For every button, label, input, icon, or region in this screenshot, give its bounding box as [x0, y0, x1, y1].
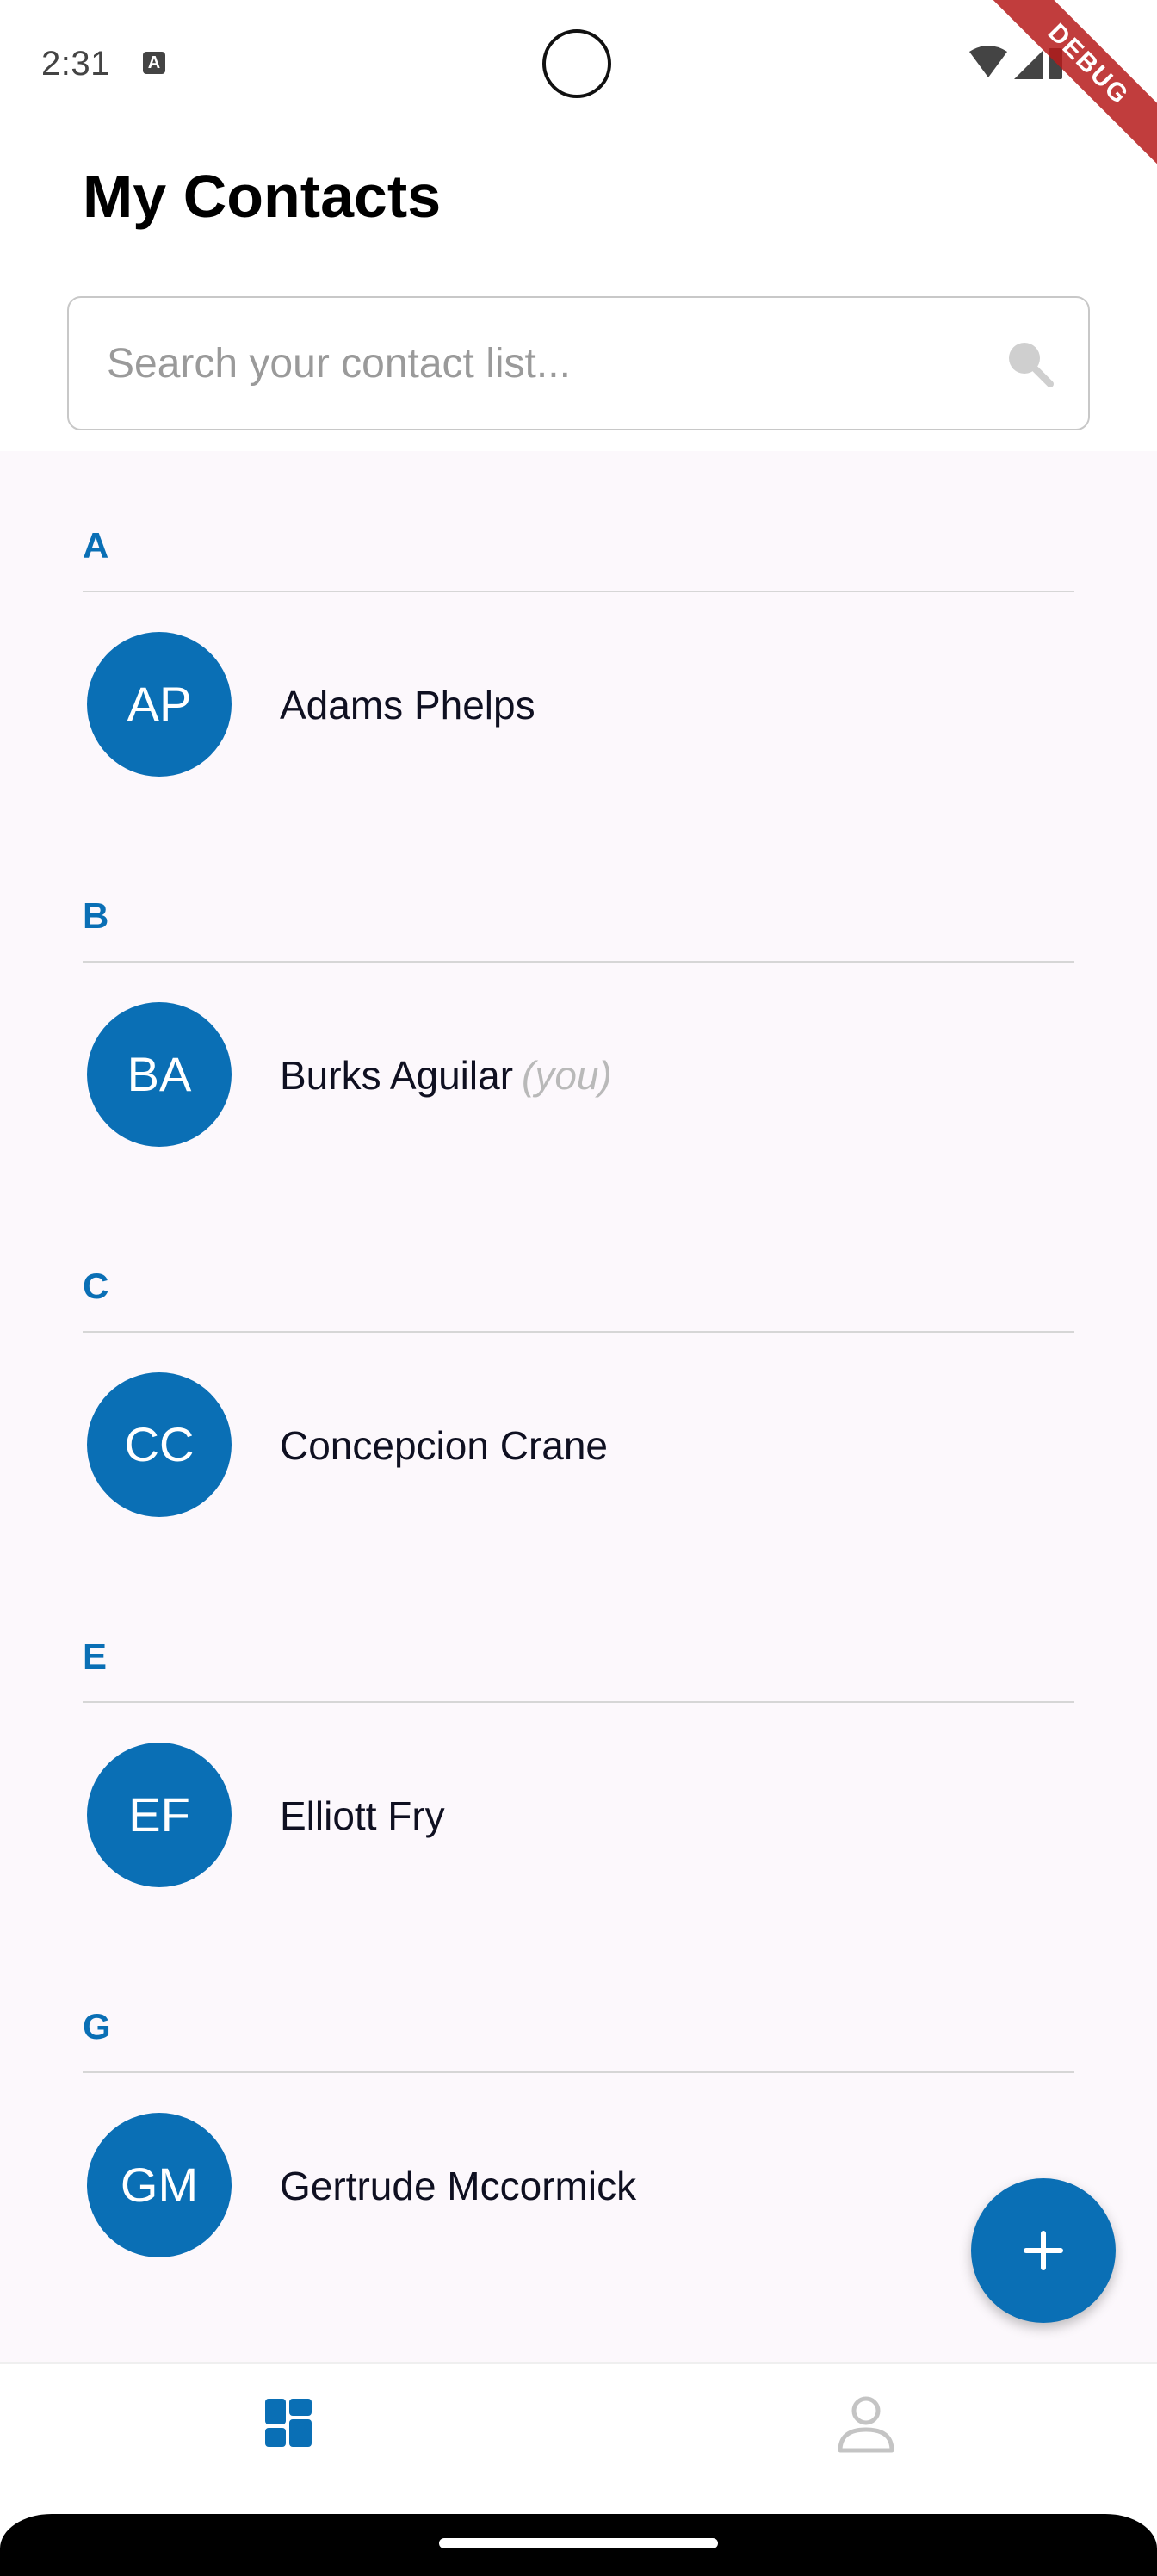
section-a: A AP Adams Phelps: [0, 451, 1157, 821]
contact-row[interactable]: EF Elliott Fry: [83, 1743, 1074, 1891]
contact-name-text: Concepcion Crane: [280, 1423, 609, 1468]
keyboard-indicator-icon: A: [143, 52, 165, 74]
camera-cutout: [542, 29, 611, 98]
contact-name-text: Elliott Fry: [280, 1793, 445, 1838]
section-c: C CC Concepcion Crane: [0, 1192, 1157, 1562]
signal-icon: [1014, 50, 1043, 79]
contact-name: Burks Aguilar (you): [280, 1052, 612, 1099]
section-letter: A: [83, 525, 109, 566]
contact-row[interactable]: GM Gertrude Mccormick: [83, 2113, 1074, 2261]
search-input[interactable]: [107, 298, 985, 429]
contact-row[interactable]: AP Adams Phelps: [83, 632, 1074, 780]
avatar: BA: [87, 1002, 232, 1147]
section-b: B BA Burks Aguilar (you): [0, 821, 1157, 1192]
section-divider: [83, 2071, 1074, 2073]
section-divider: [83, 591, 1074, 592]
search-box[interactable]: [67, 296, 1090, 430]
status-time: 2:31: [41, 45, 110, 83]
debug-banner: DEBUG: [969, 0, 1157, 183]
contact-name: Gertrude Mccormick: [280, 2163, 636, 2209]
section-letter: E: [83, 1636, 108, 1676]
section-divider: [83, 1701, 1074, 1703]
dashboard-icon: [265, 2399, 312, 2447]
wifi-icon: [969, 46, 1007, 77]
contact-list[interactable]: A AP Adams Phelps B BA Burks Aguilar (you…: [0, 451, 1157, 2362]
section-divider: [83, 1331, 1074, 1333]
nav-item-dashboard[interactable]: [255, 2390, 324, 2459]
plus-icon: [1024, 2231, 1063, 2270]
section-e: E EF Elliott Fry: [0, 1562, 1157, 1932]
home-handle[interactable]: [439, 2538, 718, 2548]
system-gesture-bar: [0, 2514, 1157, 2576]
contact-name-text: Gertrude Mccormick: [280, 2164, 637, 2208]
person-icon: [838, 2396, 894, 2453]
contact-row[interactable]: BA Burks Aguilar (you): [83, 1002, 1074, 1150]
contact-name: Concepcion Crane: [280, 1422, 608, 1469]
contact-name: Elliott Fry: [280, 1793, 445, 1839]
contact-row[interactable]: CC Concepcion Crane: [83, 1372, 1074, 1520]
bottom-nav: [0, 2362, 1157, 2514]
contact-name: Adams Phelps: [280, 682, 535, 728]
nav-item-profile[interactable]: [832, 2390, 900, 2459]
status-bar: 2:31 A DEBUG: [0, 0, 1157, 183]
avatar: AP: [87, 632, 232, 777]
section-divider: [83, 961, 1074, 963]
search-icon[interactable]: [1004, 337, 1055, 389]
contact-name-text: Adams Phelps: [280, 683, 535, 728]
section-letter: B: [83, 895, 109, 936]
section-letter: C: [83, 1266, 109, 1306]
section-letter: G: [83, 2006, 111, 2047]
contact-name-text: Burks Aguilar: [280, 1053, 514, 1098]
you-tag: (you): [522, 1053, 612, 1098]
avatar: CC: [87, 1372, 232, 1517]
add-contact-button[interactable]: [971, 2178, 1116, 2323]
avatar: GM: [87, 2113, 232, 2257]
avatar: EF: [87, 1743, 232, 1887]
page-title: My Contacts: [83, 163, 442, 230]
